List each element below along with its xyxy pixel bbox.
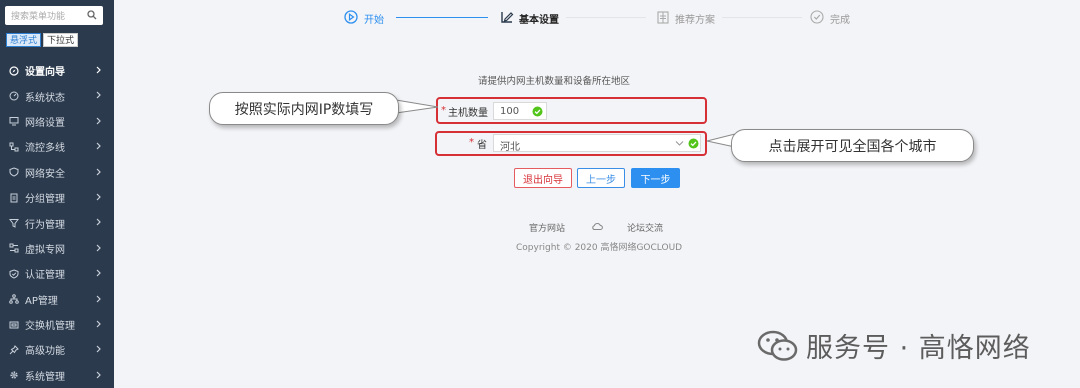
step-finish-label: 完成 [830, 15, 850, 26]
sidebar-item-vpn[interactable]: 虚拟专网 [0, 236, 114, 261]
sidebar-item-label: 设置向导 [25, 67, 65, 79]
sidebar-item-label: AP管理 [25, 295, 58, 307]
play-circle-icon [344, 10, 358, 24]
monitor-icon [9, 117, 19, 126]
chevron-down-icon[interactable] [675, 140, 684, 147]
step-connector [396, 17, 488, 18]
sidebar-item-label: 分组管理 [25, 194, 65, 206]
chevron-right-icon [96, 371, 101, 379]
shield-icon [9, 167, 19, 177]
chevron-right-icon [96, 168, 101, 175]
sidebar-item-label: 高级功能 [25, 346, 65, 358]
menu-search-input[interactable]: 搜索菜单功能 [5, 6, 103, 25]
sidebar-item-advanced-features[interactable]: 高级功能 [0, 337, 114, 362]
host-count-label: 主机数量 [448, 108, 488, 119]
province-select[interactable]: 河北 [493, 134, 701, 153]
chevron-right-icon [96, 66, 101, 74]
callout-province-text: 点击展开可见全国各个城市 [768, 138, 937, 155]
sidebar-item-setup-wizard[interactable]: 设置向导 [0, 58, 114, 83]
check-circle-icon [810, 10, 824, 24]
vpn-icon [9, 243, 19, 253]
menu-mode-dropdown-tab[interactable]: 下拉式 [43, 33, 79, 47]
sidebar-item-auth-management[interactable]: 认证管理 [0, 261, 114, 286]
compass-icon [9, 66, 19, 76]
form-hint: 请提供内网主机数量和设备所在地区 [478, 76, 631, 87]
sidebar-item-network-security[interactable]: 网络安全 [0, 160, 114, 185]
sidebar-item-label: 交换机管理 [25, 321, 75, 333]
watermark-text: 服务号 · 高恪网络 [806, 333, 1031, 364]
flow-icon [9, 142, 19, 152]
valid-check-icon [688, 138, 699, 149]
exit-wizard-button[interactable]: 退出向导 [514, 168, 572, 188]
filter-icon [9, 219, 19, 228]
network-tree-icon [9, 294, 19, 305]
official-site-link[interactable]: 官方网站 [529, 221, 565, 234]
sidebar-item-label: 网络设置 [25, 117, 65, 129]
menu-search-placeholder: 搜索菜单功能 [11, 12, 66, 22]
switch-icon [9, 321, 19, 329]
watermark: 服务号 · 高恪网络 [756, 326, 1031, 365]
sidebar-nav: 设置向导 系统状态 网络设置 流控多线 网络安全 分组管理 行为管理 虚拟专网 … [0, 58, 114, 388]
sidebar-item-ap-management[interactable]: AP管理 [0, 287, 114, 312]
chevron-right-icon [96, 218, 101, 226]
sidebar-item-label: 系统状态 [25, 92, 65, 104]
host-count-value: 100 [500, 106, 520, 117]
sidebar-item-label: 系统管理 [25, 371, 65, 383]
required-asterisk: * [469, 137, 474, 148]
next-step-button[interactable]: 下一步 [631, 168, 680, 188]
edit-icon [501, 12, 514, 23]
gauge-icon [9, 91, 19, 101]
sidebar-item-label: 虚拟专网 [25, 244, 65, 256]
sidebar-item-label: 行为管理 [25, 219, 65, 231]
wechat-icon [757, 330, 798, 361]
document-icon [10, 193, 18, 203]
province-required-mark: * [469, 137, 474, 148]
sidebar-item-system-status[interactable]: 系统状态 [0, 83, 114, 108]
chevron-right-icon [96, 345, 101, 353]
gear-icon [10, 371, 18, 379]
pin-icon [9, 345, 19, 355]
previous-step-button[interactable]: 上一步 [577, 168, 625, 188]
forum-link[interactable]: 论坛交流 [627, 221, 663, 234]
callout-host-count: 按照实际内网IP数填写 [209, 92, 399, 125]
copyright-text: Copyright © 2020 高恪网络GOCLOUD [516, 243, 683, 253]
sidebar: 搜索菜单功能 悬浮式 下拉式 设置向导 系统状态 网络设置 流控多线 网络安全 [0, 0, 114, 388]
sidebar-item-group-management[interactable]: 分组管理 [0, 185, 114, 210]
province-value: 河北 [500, 142, 520, 153]
cloud-icon[interactable] [591, 221, 603, 231]
host-count-required-mark: * [441, 105, 446, 116]
chevron-right-icon [96, 295, 101, 302]
chevron-right-icon [96, 320, 101, 328]
sidebar-item-label: 网络安全 [25, 168, 65, 180]
sidebar-item-label: 流控多线 [25, 143, 65, 155]
required-asterisk: * [441, 105, 446, 116]
callout-province: 点击展开可见全国各个城市 [731, 129, 974, 162]
menu-mode-float-tab[interactable]: 悬浮式 [6, 33, 42, 47]
step-connector [722, 17, 802, 18]
search-icon[interactable] [87, 10, 97, 20]
chevron-right-icon [96, 244, 101, 252]
chevron-right-icon [96, 193, 101, 201]
step-basic-settings-label: 基本设置 [519, 15, 559, 26]
sidebar-item-system-management[interactable]: 系统管理 [0, 363, 114, 388]
sidebar-item-label: 认证管理 [25, 270, 65, 282]
valid-check-icon [532, 106, 543, 117]
host-count-input[interactable]: 100 [493, 102, 547, 120]
province-label: 省 [477, 140, 487, 151]
step-connector [566, 17, 646, 18]
clipboard-icon [657, 11, 669, 24]
sidebar-item-behavior-management[interactable]: 行为管理 [0, 210, 114, 235]
sidebar-item-switch-management[interactable]: 交换机管理 [0, 312, 114, 337]
chevron-right-icon [96, 117, 101, 125]
callout-left-pointer [395, 99, 439, 114]
sidebar-item-network-settings[interactable]: 网络设置 [0, 109, 114, 134]
sidebar-item-flow-multiline[interactable]: 流控多线 [0, 134, 114, 159]
callout-host-count-text: 按照实际内网IP数填写 [234, 101, 374, 118]
chevron-right-icon [96, 269, 101, 277]
step-start-label: 开始 [364, 15, 384, 26]
chevron-right-icon [96, 91, 101, 99]
step-recommend-label: 推荐方案 [675, 15, 715, 26]
shield-check-icon [9, 269, 19, 279]
chevron-right-icon [96, 142, 101, 150]
